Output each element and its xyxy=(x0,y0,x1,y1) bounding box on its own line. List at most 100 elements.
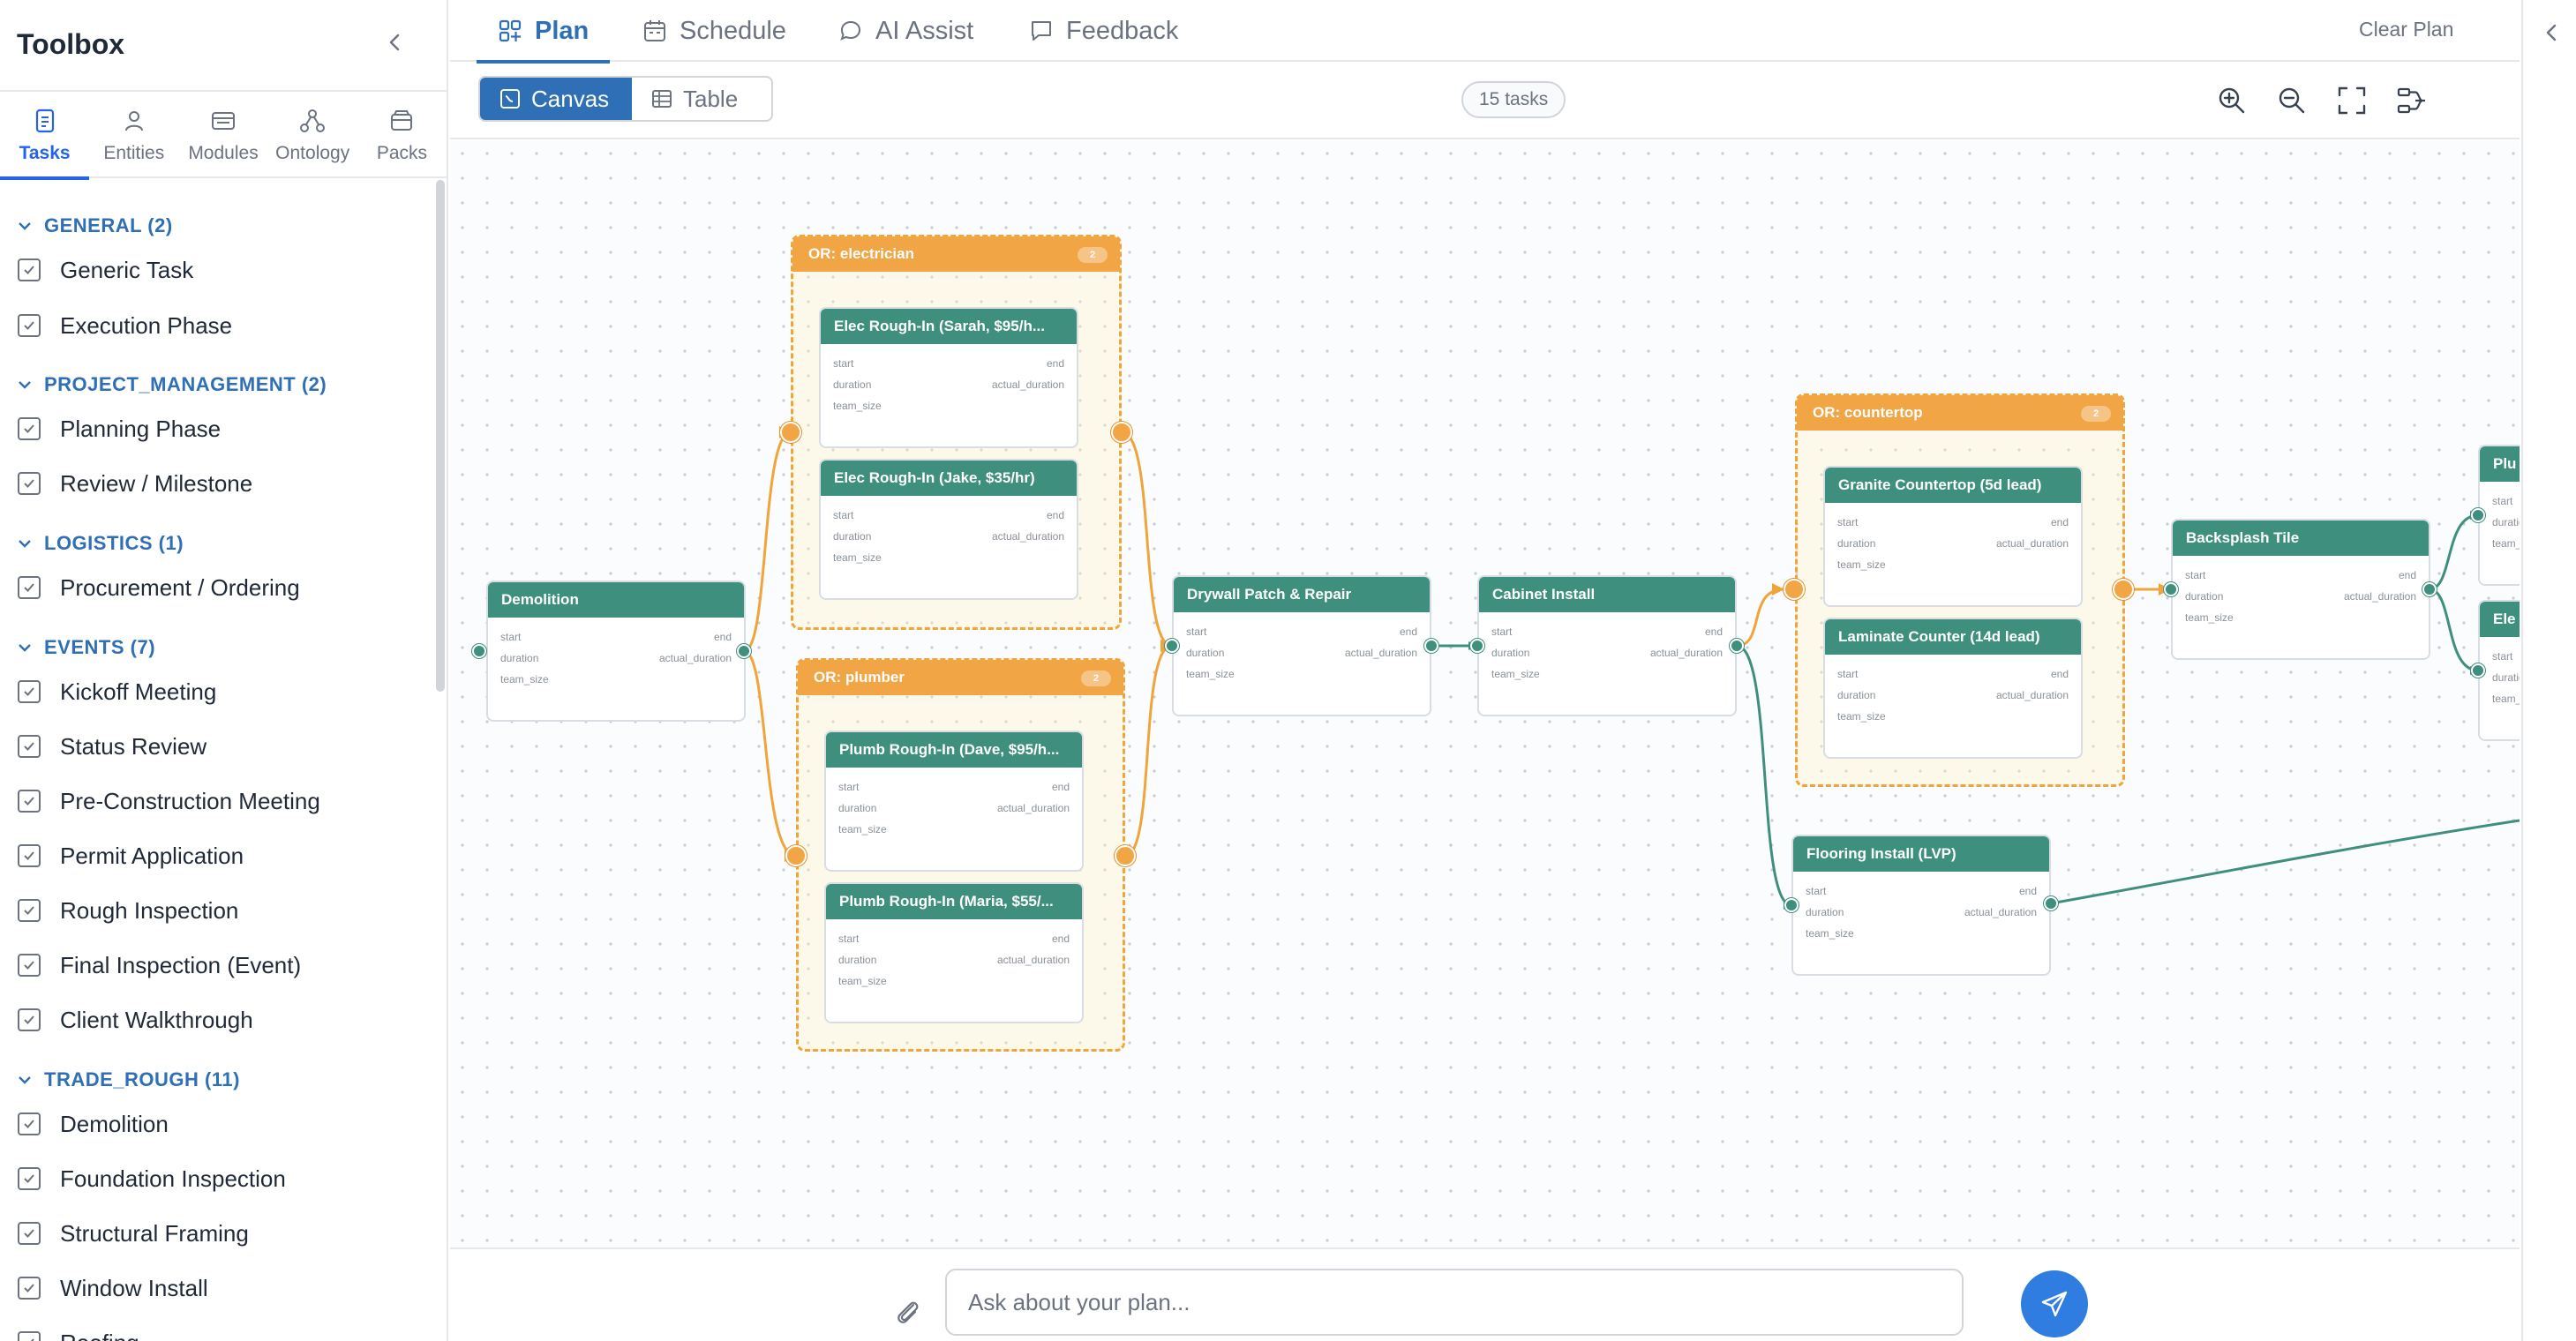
node-output-port[interactable] xyxy=(737,644,751,658)
task-node-laminate[interactable]: Laminate Counter (14d lead) start end dura… xyxy=(1823,618,2083,759)
plan-canvas[interactable]: OR: electrician 2 OR: plumber 2 OR: counte… xyxy=(450,141,2520,1247)
checkbox-icon xyxy=(18,417,41,440)
task-node-title: Laminate Counter (14d lead) xyxy=(1825,619,2081,655)
clear-plan-button[interactable]: Clear Plan xyxy=(2359,18,2453,41)
task-item-pre-construction-meeting[interactable]: Pre-Construction Meeting xyxy=(18,783,320,819)
group-output-port[interactable] xyxy=(1111,422,1132,443)
task-node-drywall[interactable]: Drywall Patch & Repair start end duration a… xyxy=(1172,575,1431,716)
group-input-port[interactable] xyxy=(785,845,807,866)
task-item-foundation-inspection[interactable]: Foundation Inspection xyxy=(18,1161,286,1196)
node-input-port[interactable] xyxy=(2471,508,2485,522)
task-node-backsplash[interactable]: Backsplash Tile start end duration actual_d… xyxy=(2171,519,2430,660)
task-node-elec-sarah[interactable]: Elec Rough-In (Sarah, $95/h... start end d… xyxy=(819,307,1078,448)
task-item-planning-phase[interactable]: Planning Phase xyxy=(18,411,221,446)
send-icon xyxy=(2041,1291,2068,1317)
zoom-out-icon xyxy=(2279,87,2305,114)
task-node-plumb-maria[interactable]: Plumb Rough-In (Maria, $55/... start end d… xyxy=(824,882,1084,1023)
task-node-elec-jake[interactable]: Elec Rough-In (Jake, $35/hr) start end dur… xyxy=(819,459,1078,600)
checkbox-icon xyxy=(18,844,41,867)
task-node-flooring[interactable]: Flooring Install (LVP) start end duration a… xyxy=(1791,835,2051,976)
task-node-cabinet[interactable]: Cabinet Install start end duration actual_d… xyxy=(1477,575,1737,716)
task-node-demolition[interactable]: Demolition start end duration actual_durati… xyxy=(486,581,746,722)
node-output-port[interactable] xyxy=(1730,639,1744,653)
tab-tasks[interactable]: Tasks xyxy=(0,94,90,180)
task-item-label: Review / Milestone xyxy=(60,469,253,497)
group-input-port[interactable] xyxy=(780,422,801,443)
tab-ai-assist[interactable]: AI Assist xyxy=(838,0,973,62)
tab-packs[interactable]: Packs xyxy=(357,94,447,178)
auto-layout-button[interactable] xyxy=(2394,83,2430,118)
task-item-permit-application[interactable]: Permit Application xyxy=(18,838,244,873)
task-item-final-inspection[interactable]: Final Inspection (Event) xyxy=(18,948,301,983)
field-duration: duration xyxy=(833,530,872,543)
field-end: end xyxy=(1051,933,1070,945)
zoom-in-button[interactable] xyxy=(2214,83,2249,118)
task-item-status-review[interactable]: Status Review xyxy=(18,729,207,764)
tab-entities[interactable]: Entities xyxy=(89,94,178,178)
field-actual-duration: actual_duration xyxy=(996,954,1070,966)
tab-plan[interactable]: Plan xyxy=(476,0,611,64)
tab-schedule[interactable]: Schedule xyxy=(642,0,786,62)
table-view-button[interactable]: Table xyxy=(632,78,771,120)
edge-cabinet-flooring xyxy=(1736,644,1792,910)
group-title: PROJECT_MANAGEMENT (2) xyxy=(44,373,327,395)
checkbox-icon xyxy=(18,1277,41,1300)
field-start: start xyxy=(1837,668,1859,680)
task-node-granite[interactable]: Granite Countertop (5d lead) start end dur… xyxy=(1823,466,2083,607)
task-item-label: Foundation Inspection xyxy=(60,1165,286,1192)
node-input-port[interactable] xyxy=(1470,639,1484,653)
task-item-demolition[interactable]: Demolition xyxy=(18,1106,169,1142)
field-duration: duration xyxy=(1837,689,1876,701)
task-item-execution-phase[interactable]: Execution Phase xyxy=(18,308,232,343)
task-item-procurement-ordering[interactable]: Procurement / Ordering xyxy=(18,570,300,605)
task-node-title: Elec Rough-In (Jake, $35/hr) xyxy=(821,461,1077,496)
ontology-icon xyxy=(299,108,326,134)
node-input-port[interactable] xyxy=(2471,663,2485,678)
send-button[interactable] xyxy=(2021,1270,2088,1337)
task-item-structural-framing[interactable]: Structural Framing xyxy=(18,1216,249,1251)
task-item-review-milestone[interactable]: Review / Milestone xyxy=(18,466,252,501)
field-actual-duration: actual_duration xyxy=(658,652,732,664)
task-node-plumb-dave[interactable]: Plumb Rough-In (Dave, $95/h... start end d… xyxy=(824,730,1084,872)
node-output-port[interactable] xyxy=(1424,639,1438,653)
tab-label: Feedback xyxy=(1066,16,1179,45)
attach-button[interactable] xyxy=(890,1293,925,1329)
checkbox-icon xyxy=(18,735,41,758)
chevron-down-icon xyxy=(19,540,31,548)
group-header-project-management[interactable]: PROJECT_MANAGEMENT (2) xyxy=(18,369,327,401)
group-output-port[interactable] xyxy=(2113,579,2134,600)
field-end: end xyxy=(713,631,732,643)
edge-demolition-plumber xyxy=(743,649,797,862)
field-duration: duration xyxy=(1806,906,1844,918)
group-header-trade-rough[interactable]: TRADE_ROUGH (11) xyxy=(18,1064,240,1096)
node-input-port[interactable] xyxy=(1784,898,1799,912)
sidebar-scrollbar[interactable] xyxy=(436,180,445,692)
tab-modules[interactable]: Modules xyxy=(178,94,267,178)
group-output-port[interactable] xyxy=(1115,845,1136,866)
task-item-kickoff-meeting[interactable]: Kickoff Meeting xyxy=(18,674,216,709)
task-item-roofing[interactable]: Roofing xyxy=(18,1325,139,1341)
tab-ontology[interactable]: Ontology xyxy=(268,94,357,178)
node-input-port[interactable] xyxy=(1165,639,1179,653)
fit-view-button[interactable] xyxy=(2334,83,2369,118)
node-output-port[interactable] xyxy=(2044,896,2058,910)
group-header-logistics[interactable]: LOGISTICS (1) xyxy=(18,528,184,559)
task-item-generic-task[interactable]: Generic Task xyxy=(18,252,193,288)
task-item-window-install[interactable]: Window Install xyxy=(18,1270,208,1306)
node-input-port[interactable] xyxy=(2164,582,2178,596)
task-item-rough-inspection[interactable]: Rough Inspection xyxy=(18,893,238,928)
zoom-out-button[interactable] xyxy=(2274,83,2309,118)
collapse-sidebar-button[interactable] xyxy=(379,26,411,58)
group-header-events[interactable]: EVENTS (7) xyxy=(18,632,155,663)
field-start: start xyxy=(2492,650,2513,663)
expand-panel-button[interactable] xyxy=(2539,19,2565,46)
chat-input[interactable] xyxy=(945,1269,1964,1336)
task-item-label: Rough Inspection xyxy=(60,896,239,924)
node-output-port[interactable] xyxy=(2422,582,2437,596)
canvas-view-button[interactable]: Canvas xyxy=(480,78,632,120)
task-item-client-walkthrough[interactable]: Client Walkthrough xyxy=(18,1002,253,1038)
tab-feedback[interactable]: Feedback xyxy=(1029,0,1178,62)
node-input-port[interactable] xyxy=(472,644,486,658)
group-input-port[interactable] xyxy=(1784,579,1805,600)
group-header-general[interactable]: GENERAL (2) xyxy=(18,210,173,242)
